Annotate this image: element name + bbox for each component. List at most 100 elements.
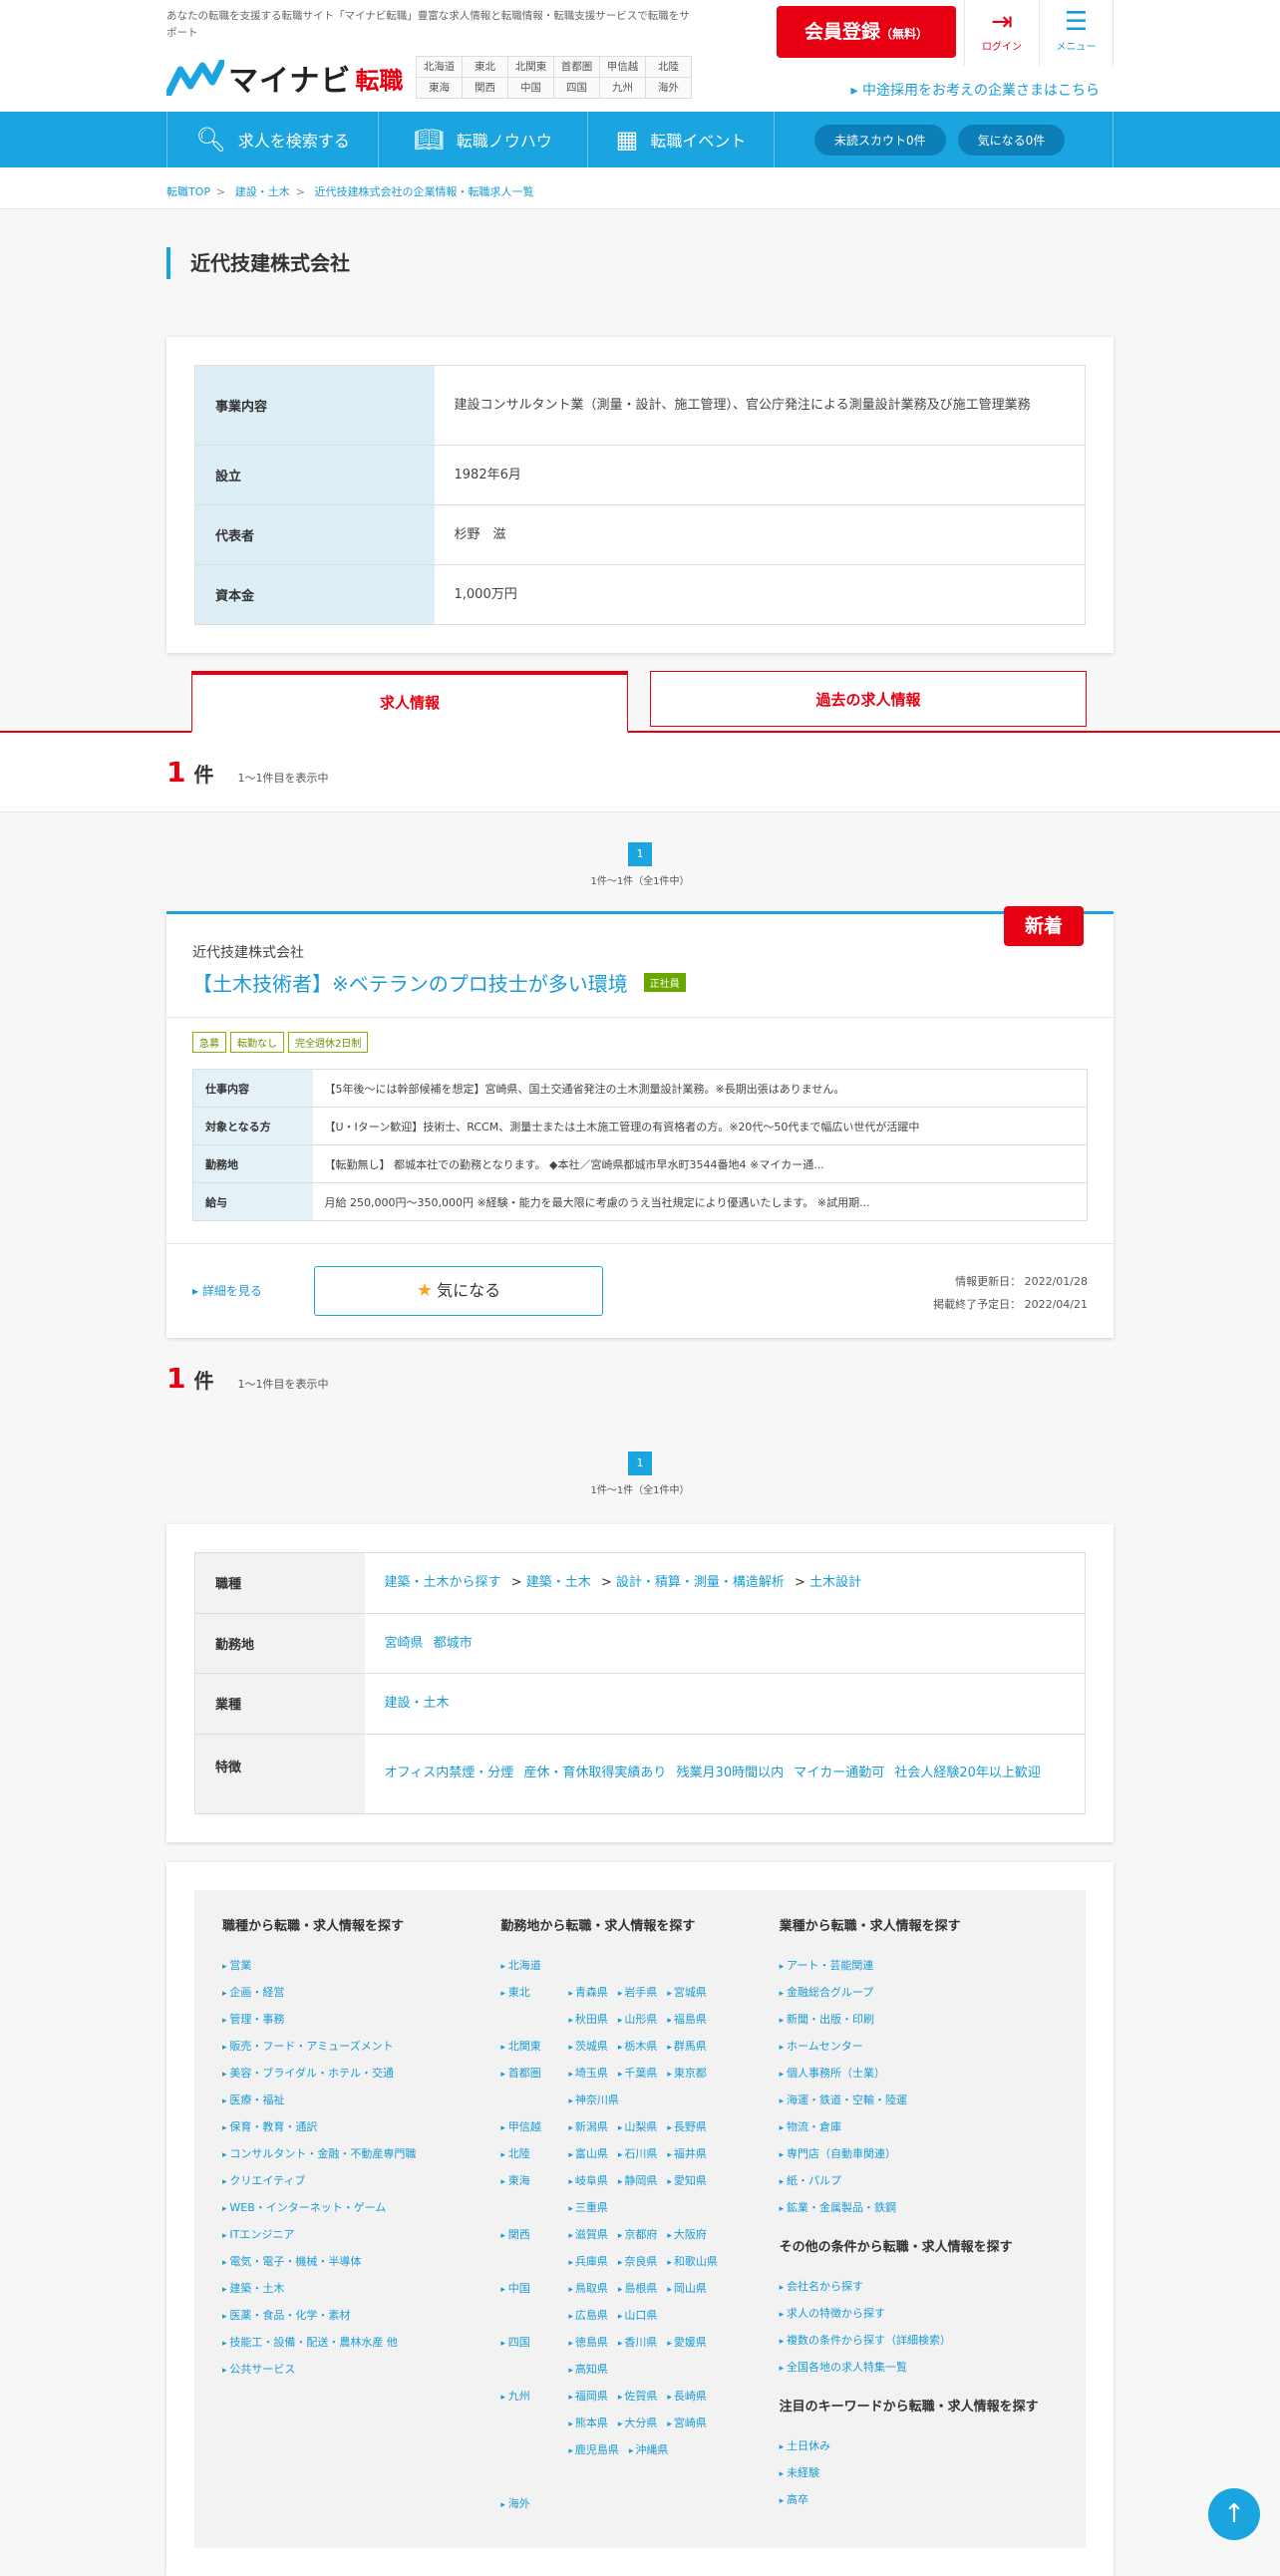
- prefecture-link[interactable]: 福島県: [667, 2006, 707, 2033]
- prefecture-link[interactable]: 沖縄県: [629, 2436, 668, 2463]
- prefecture-link[interactable]: 大分県: [618, 2410, 657, 2436]
- area-link[interactable]: 九州: [500, 2383, 568, 2410]
- prefecture-link[interactable]: 秋田県: [568, 2006, 608, 2033]
- region-link[interactable]: 海外: [646, 78, 692, 99]
- prefecture-link[interactable]: 岩手県: [618, 1979, 657, 2006]
- region-link[interactable]: 中国: [508, 78, 554, 99]
- feature-link[interactable]: 残業月30時間以内: [677, 1766, 785, 1780]
- occupation-link[interactable]: WEB・インターネット・ゲーム: [222, 2194, 500, 2221]
- prefecture-link[interactable]: 東京都: [667, 2060, 707, 2087]
- occupation-link[interactable]: クリエイティブ: [222, 2167, 500, 2194]
- region-link[interactable]: 北関東: [508, 57, 554, 78]
- occupation-link[interactable]: ITエンジニア: [222, 2221, 500, 2248]
- prefecture-link[interactable]: 岐阜県: [568, 2167, 608, 2194]
- login-button[interactable]: ⇥ ログイン: [964, 0, 1039, 66]
- industry-link[interactable]: 専門店（自動車関連）: [780, 2140, 1058, 2167]
- area-link[interactable]: 関西: [500, 2221, 568, 2248]
- category-link[interactable]: 建築・土木: [526, 1575, 591, 1590]
- prefecture-link[interactable]: 栃木県: [618, 2033, 657, 2060]
- unread-scout-pill[interactable]: 未読スカウト0件: [814, 124, 946, 156]
- prefecture-link[interactable]: 山形県: [618, 2006, 657, 2033]
- condition-link[interactable]: 複数の条件から探す（詳細検索）: [780, 2327, 1058, 2354]
- favorite-count-pill[interactable]: 気になる0件: [957, 124, 1066, 156]
- region-link[interactable]: 甲信越: [600, 57, 646, 78]
- area-link[interactable]: 甲信越: [500, 2113, 568, 2140]
- prefecture-link[interactable]: 熊本県: [568, 2410, 608, 2436]
- industry-link[interactable]: 金融総合グループ: [780, 1979, 1058, 2006]
- prefecture-link[interactable]: 徳島県: [568, 2329, 608, 2356]
- prefecture-link[interactable]: 宮城県: [667, 1979, 707, 2006]
- prefecture-link[interactable]: 奈良県: [618, 2248, 657, 2275]
- prefecture-link[interactable]: 福井県: [667, 2140, 707, 2167]
- category-link[interactable]: 建築・土木から探す: [385, 1575, 501, 1590]
- keyword-link[interactable]: 土日休み: [780, 2432, 1058, 2459]
- keyword-link[interactable]: 高卒: [780, 2486, 1058, 2513]
- condition-link[interactable]: 会社名から探す: [780, 2273, 1058, 2300]
- region-link[interactable]: 関西: [463, 78, 508, 99]
- feature-link[interactable]: 社会人経験20年以上歓迎: [894, 1766, 1041, 1780]
- prefecture-link[interactable]: 愛知県: [667, 2167, 707, 2194]
- occupation-link[interactable]: 電気・電子・機械・半導体: [222, 2248, 500, 2275]
- nav-event[interactable]: ▦ 転職イベント: [588, 112, 775, 167]
- prefecture-link[interactable]: 富山県: [568, 2140, 608, 2167]
- location-link[interactable]: 都城市: [434, 1636, 473, 1651]
- prefecture-link[interactable]: 青森県: [568, 1979, 608, 2006]
- detail-link[interactable]: ▸ 詳細を見る: [192, 1282, 262, 1299]
- prefecture-link[interactable]: 京都府: [618, 2221, 657, 2248]
- prefecture-link[interactable]: 福岡県: [568, 2383, 608, 2410]
- area-link[interactable]: 四国: [500, 2329, 568, 2356]
- nav-search-jobs[interactable]: 🔍︎ 求人を検索する: [166, 112, 379, 167]
- occupation-link[interactable]: 技能工・設備・配送・農林水産 他: [222, 2329, 500, 2356]
- industry-link[interactable]: アート・芸能関連: [780, 1952, 1058, 1979]
- prefecture-link[interactable]: 茨城県: [568, 2033, 608, 2060]
- prefecture-link[interactable]: 滋賀県: [568, 2221, 608, 2248]
- mynavi-logo[interactable]: マイナビ 転職: [166, 56, 403, 100]
- page-number[interactable]: 1: [628, 1451, 652, 1475]
- favorite-button[interactable]: ★ 気になる: [314, 1266, 603, 1316]
- prefecture-link[interactable]: 兵庫県: [568, 2248, 608, 2275]
- feature-link[interactable]: マイカー通勤可: [794, 1766, 884, 1780]
- area-link[interactable]: 北陸: [500, 2140, 568, 2167]
- prefecture-link[interactable]: 香川県: [618, 2329, 657, 2356]
- feature-link[interactable]: 産休・育休取得実績あり: [523, 1766, 666, 1780]
- prefecture-link[interactable]: 愛媛県: [667, 2329, 707, 2356]
- area-link[interactable]: 中国: [500, 2275, 568, 2302]
- prefecture-link[interactable]: 大阪府: [667, 2221, 707, 2248]
- prefecture-link[interactable]: 和歌山県: [667, 2248, 718, 2275]
- occupation-link[interactable]: 保育・教育・通訳: [222, 2113, 500, 2140]
- prefecture-link[interactable]: 佐賀県: [618, 2383, 657, 2410]
- occupation-link[interactable]: 企画・経営: [222, 1979, 500, 2006]
- prefecture-link[interactable]: 山梨県: [618, 2113, 657, 2140]
- region-link[interactable]: 四国: [554, 78, 600, 99]
- prefecture-link[interactable]: 長野県: [667, 2113, 707, 2140]
- region-link[interactable]: 北海道: [417, 57, 463, 78]
- area-link[interactable]: 北関東: [500, 2033, 568, 2060]
- category-link[interactable]: 設計・積算・測量・構造解析: [616, 1575, 785, 1590]
- breadcrumb-category[interactable]: 建設・土木: [235, 185, 290, 198]
- breadcrumb-current[interactable]: 近代技建株式会社の企業情報・転職求人一覧: [314, 185, 533, 198]
- area-link[interactable]: 東北: [500, 1979, 568, 2006]
- prefecture-link[interactable]: 千葉県: [618, 2060, 657, 2087]
- region-link[interactable]: 九州: [600, 78, 646, 99]
- prefecture-link[interactable]: 岡山県: [667, 2275, 707, 2302]
- condition-link[interactable]: 求人の特徴から探す: [780, 2300, 1058, 2327]
- area-link[interactable]: 海外: [500, 2490, 568, 2517]
- prefecture-link[interactable]: 宮崎県: [667, 2410, 707, 2436]
- industry-link[interactable]: 個人事務所（士業）: [780, 2060, 1058, 2087]
- prefecture-link[interactable]: 群馬県: [667, 2033, 707, 2060]
- prefecture-link[interactable]: 静岡県: [618, 2167, 657, 2194]
- occupation-link[interactable]: 管理・事務: [222, 2006, 500, 2033]
- area-link[interactable]: 北海道: [500, 1952, 568, 1979]
- page-number[interactable]: 1: [628, 842, 652, 866]
- occupation-link[interactable]: 公共サービス: [222, 2356, 500, 2383]
- occupation-link[interactable]: 医薬・食品・化学・素材: [222, 2302, 500, 2329]
- prefecture-link[interactable]: 島根県: [618, 2275, 657, 2302]
- register-button[interactable]: 会員登録（無料）: [777, 6, 956, 58]
- condition-link[interactable]: 全国各地の求人特集一覧: [780, 2354, 1058, 2381]
- prefecture-link[interactable]: 山口県: [618, 2302, 657, 2329]
- occupation-link[interactable]: 営業: [222, 1952, 500, 1979]
- prefecture-link[interactable]: 高知県: [568, 2356, 608, 2383]
- occupation-link[interactable]: 販売・フード・アミューズメント: [222, 2033, 500, 2060]
- breadcrumb-top[interactable]: 転職TOP: [166, 185, 210, 198]
- region-link[interactable]: 東海: [417, 78, 463, 99]
